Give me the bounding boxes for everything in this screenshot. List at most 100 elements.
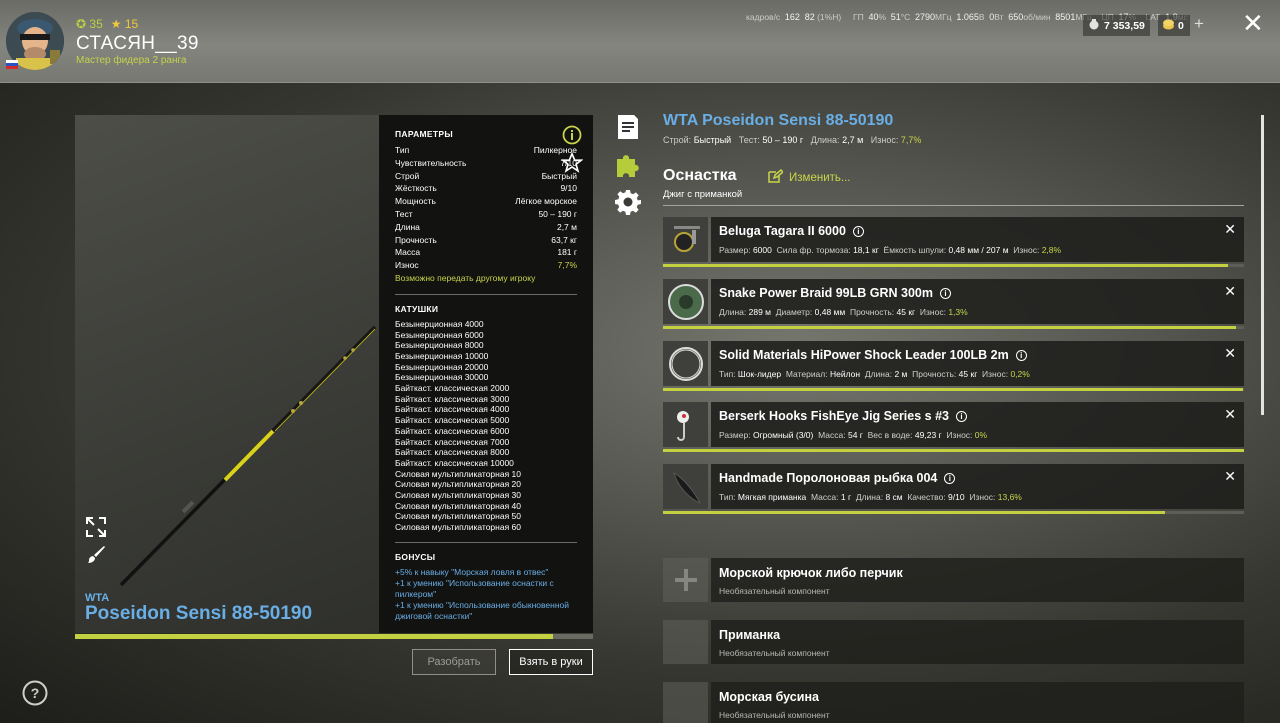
param-row: Тест 50 – 190 г	[395, 208, 577, 219]
help-icon[interactable]: ?	[22, 680, 48, 706]
remove-component-icon[interactable]: ✕	[1224, 283, 1236, 300]
component-info: Berserk Hooks FishEye Jig Series s #3 i Ра…	[711, 402, 1244, 447]
jig-hook-icon	[663, 402, 708, 447]
rig-title: Оснастка	[663, 167, 737, 184]
reel-compat-item: Безынерционная 4000	[395, 318, 484, 329]
coin-count: 35	[89, 17, 103, 31]
fps-low-value: 82	[804, 12, 815, 22]
info-icon[interactable]	[562, 125, 582, 145]
reel-compat-item: Силовая мультипликаторная 20	[395, 479, 521, 490]
component-stats: Тип: Мягкая приманка Масса: 1 г Длина: 8…	[719, 492, 1022, 502]
add-funds-button[interactable]: +	[1194, 14, 1204, 34]
expand-icon[interactable]	[85, 516, 107, 538]
remove-component-icon[interactable]: ✕	[1224, 406, 1236, 423]
reel-compat-item: Безынерционная 30000	[395, 372, 489, 383]
settings-gear-icon[interactable]	[614, 188, 642, 216]
optional-slot-name: Морская бусина	[719, 690, 819, 704]
rig-component-item[interactable]: Handmade Поролоновая рыбка 004 i Тип: Мягк…	[663, 464, 1244, 520]
remove-component-icon[interactable]: ✕	[1224, 221, 1236, 238]
bonus-item: +1 к умению "Использование обыкновенной …	[395, 599, 570, 621]
player-currency-stats: ✪ 35 ★ 15	[76, 17, 138, 31]
optional-slot-info: Морская бусина Необязательный компонент	[711, 682, 1244, 723]
optional-slot-info: Приманка Необязательный компонент	[711, 620, 1244, 664]
reel-compat-item: Силовая мультипликаторная 60	[395, 522, 521, 533]
take-in-hands-button[interactable]: Взять в руки	[509, 649, 593, 675]
rod-preview	[75, 115, 379, 633]
gpu-load: 40	[868, 12, 879, 22]
reel-compat-item: Байткаст. классическая 3000	[395, 393, 510, 404]
empty-slot-icon	[663, 682, 708, 723]
optional-slot-name: Морской крючок либо перчик	[719, 566, 903, 580]
info-icon[interactable]: i	[852, 225, 864, 237]
info-icon[interactable]: i	[944, 472, 956, 484]
line-spool-icon	[663, 279, 708, 324]
reel-compat-item: Байткаст. классическая 6000	[395, 425, 510, 436]
component-condition-fill	[663, 388, 1243, 391]
component-condition-fill	[663, 449, 1244, 452]
gold-coins-icon	[1162, 18, 1175, 33]
close-icon[interactable]: ✕	[1242, 10, 1264, 36]
info-icon[interactable]: i	[956, 410, 967, 422]
add-slot-plus-icon	[663, 558, 708, 602]
scrollbar[interactable]	[1261, 115, 1264, 415]
info-icon[interactable]: i	[1015, 349, 1027, 361]
param-row: Масса 181 г	[395, 247, 577, 258]
rod-illustration	[119, 325, 377, 587]
edit-rig-button[interactable]: Изменить...	[768, 168, 850, 186]
component-stats: Тип: Шок-лидер Материал: Нейлон Длина: 2…	[719, 369, 1030, 379]
disassemble-button[interactable]: Разобрать	[412, 649, 496, 675]
foam-fish-icon	[663, 464, 708, 509]
rod-name: Poseidon Sensi 88-50190	[85, 603, 313, 624]
component-info: Snake Power Braid 99LB GRN 300m i Длина: 2…	[711, 279, 1244, 324]
rod-condition-fill	[75, 634, 553, 639]
gpu-voltage: 1.065	[956, 12, 979, 22]
param-row: Мощность Лёгкое морское	[395, 196, 577, 207]
optional-slot-info: Морской крючок либо перчик Необязательный…	[711, 558, 1244, 602]
component-name: Solid Materials HiPower Shock Leader 100…	[719, 348, 1027, 362]
puzzle-piece-icon[interactable]	[614, 151, 642, 179]
params-list: Тип Пилкерное Чувствительность 7/10 Строй Б…	[395, 144, 577, 272]
component-info: Beluga Tagara II 6000 i Размер: 6000 Сила …	[711, 217, 1244, 262]
component-condition-fill	[663, 264, 1228, 267]
param-row: Жёсткость 9/10	[395, 183, 577, 194]
gpu-label: ГП	[852, 12, 864, 22]
optional-slot-sub: Необязательный компонент	[719, 648, 830, 658]
favorite-star-icon[interactable]	[560, 151, 584, 174]
rig-component-item[interactable]: Snake Power Braid 99LB GRN 300m i Длина: 2…	[663, 279, 1244, 335]
star-count: 15	[124, 17, 139, 31]
paint-brush-icon[interactable]	[85, 544, 107, 566]
fps-label: кадров/с	[746, 12, 781, 22]
fps-value: 162	[784, 12, 800, 22]
optional-slot[interactable]: Морская бусина Необязательный компонент	[663, 682, 1244, 723]
reel-compat-item: Байткаст. классическая 8000	[395, 447, 510, 458]
params-title: ПАРАМЕТРЫ	[395, 129, 453, 139]
component-condition-fill	[663, 511, 1165, 514]
transfer-note: Возможно передать другому игроку	[395, 272, 536, 283]
reels-list: Безынерционная 4000 Безынерционная 6000 Бе…	[395, 319, 577, 533]
component-name: Handmade Поролоновая рыбка 004 i	[719, 471, 956, 485]
optional-slot[interactable]: Морской крючок либо перчик Необязательный…	[663, 558, 1244, 602]
bonus-title: БОНУСЫ	[395, 551, 436, 562]
remove-component-icon[interactable]: ✕	[1224, 468, 1236, 485]
leader-coil-icon	[663, 341, 708, 386]
rig-component-item[interactable]: Berserk Hooks FishEye Jig Series s #3 i Ра…	[663, 402, 1244, 458]
rig-component-item[interactable]: Solid Materials HiPower Shock Leader 100…	[663, 341, 1244, 397]
gpu-clock: 2790	[915, 12, 936, 22]
info-icon[interactable]: i	[939, 287, 951, 299]
reel-compat-item: Безынерционная 10000	[395, 351, 489, 362]
gold-balance[interactable]: 0	[1158, 15, 1190, 36]
reel-compat-item: Байткаст. классическая 7000	[395, 436, 510, 447]
reel-compat-item: Силовая мультипликаторная 30	[395, 489, 521, 500]
svg-text:?: ?	[31, 685, 40, 701]
optional-slot[interactable]: Приманка Необязательный компонент	[663, 620, 1244, 664]
rig-component-item[interactable]: Beluga Tagara II 6000 i Размер: 6000 Сила …	[663, 217, 1244, 273]
money-balance[interactable]: 7 353,59	[1083, 15, 1150, 36]
reel-compat-item: Байткаст. классическая 4000	[395, 404, 510, 415]
document-icon[interactable]	[614, 113, 642, 141]
money-value: 7 353,59	[1104, 19, 1145, 32]
component-name: Beluga Tagara II 6000 i	[719, 224, 864, 238]
param-row: Строй Быстрый	[395, 170, 577, 181]
player-name: СТАСЯН__39	[76, 33, 199, 54]
remove-component-icon[interactable]: ✕	[1224, 345, 1236, 362]
reel-compat-item: Силовая мультипликаторная 40	[395, 500, 521, 511]
